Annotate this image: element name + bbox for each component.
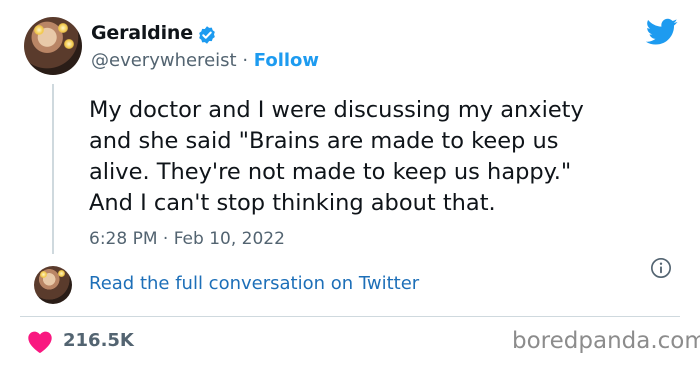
- source-watermark: boredpanda.com: [512, 328, 700, 354]
- author-name[interactable]: Geraldine: [91, 22, 193, 44]
- tweet-timestamp[interactable]: 6:28 PM · Feb 10, 2022: [89, 229, 285, 249]
- thread-line: [52, 84, 54, 254]
- tweet-text: My doctor and I were discussing my anxie…: [89, 97, 584, 216]
- follow-button[interactable]: Follow: [254, 50, 319, 71]
- info-icon[interactable]: [650, 257, 672, 279]
- author-avatar[interactable]: [24, 17, 82, 75]
- read-full-conversation-link[interactable]: Read the full conversation on Twitter: [89, 273, 419, 294]
- verified-badge-icon: [199, 26, 215, 44]
- divider: [20, 316, 680, 317]
- twitter-bird-icon[interactable]: [646, 18, 678, 46]
- conversation-avatar[interactable]: [34, 266, 72, 304]
- author-handle-row: @everywhereist · Follow: [91, 50, 319, 71]
- separator: ·: [242, 50, 249, 71]
- author-handle[interactable]: @everywhereist: [91, 50, 237, 71]
- like-count[interactable]: 216.5K: [63, 330, 134, 351]
- heart-icon[interactable]: [27, 330, 53, 354]
